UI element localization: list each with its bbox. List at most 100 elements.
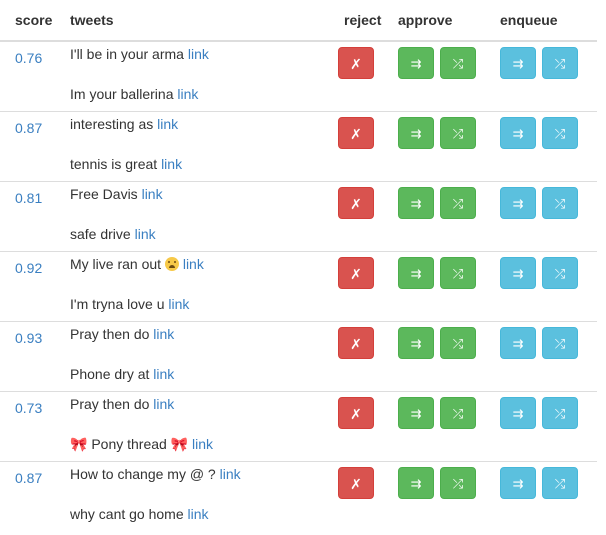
reject-cell: ✗ [335,320,386,391]
enqueue-cell: ⇉ ⤮ [488,180,597,251]
tweet-line-1: Pray then do link [70,395,335,413]
tweet-text: Pray then do [70,395,150,412]
tweet-link[interactable]: link [157,116,178,132]
approve-shuffle-button[interactable]: ⤮ [440,256,476,289]
tweet-link[interactable]: link [177,86,198,102]
table-row: 0.92 My live ran out link I'm tryna love… [0,250,597,321]
tweet-line-2: I'm tryna love u link [70,295,335,313]
approve-shuffle-button[interactable]: ⤮ [440,326,476,359]
enqueue-shuffle-button[interactable]: ⤮ [542,47,578,79]
reject-button[interactable]: ✗ [338,47,374,79]
tweet-cell: Pray then do link Phone dry at link [56,320,335,391]
header-reject: reject [335,0,386,42]
table-row: 0.87 interesting as link tennis is great… [0,110,597,181]
tweet-link[interactable]: link [183,256,204,272]
table-row: 0.73 Pray then do link 🎀 Pony thread 🎀 l… [0,390,597,461]
reject-button[interactable]: ✗ [338,116,374,149]
enqueue-cell: ⇉ ⤮ [488,250,597,321]
table-row: 0.93 Pray then do link Phone dry at link… [0,320,597,391]
approve-shuffle-button[interactable]: ⤮ [440,186,476,219]
tweet-link[interactable]: link [142,186,163,202]
reject-button[interactable]: ✗ [338,466,374,499]
approve-shuffle-button[interactable]: ⤮ [440,466,476,499]
approve-cell: ⇉ ⤮ [386,110,488,181]
tweet-cell: interesting as link tennis is great link [56,110,335,181]
enqueue-next-button[interactable]: ⇉ [500,326,536,359]
tweet-link[interactable]: link [188,46,209,62]
tweet-text: tennis is great [70,155,158,172]
header-enqueue: enqueue [488,0,597,42]
tweet-link[interactable]: link [192,436,213,452]
tweet-link[interactable]: link [168,296,189,312]
enqueue-next-button[interactable]: ⇉ [500,186,536,219]
approve-shuffle-button[interactable]: ⤮ [440,47,476,79]
tweet-text: Pony thread [91,435,167,452]
tweet-text: safe drive [70,225,131,242]
tweet-text: I'm tryna love u [70,295,165,312]
tweet-text: I'll be in your arma [70,46,184,62]
reject-cell: ✗ [335,41,386,111]
approve-next-button[interactable]: ⇉ [398,256,434,289]
tweet-text: How to change my @ ? [70,465,216,482]
approve-cell: ⇉ ⤮ [386,320,488,391]
approve-cell: ⇉ ⤮ [386,250,488,321]
approve-shuffle-button[interactable]: ⤮ [440,116,476,149]
tweet-cell: I'll be in your arma link Im your baller… [56,41,335,111]
enqueue-next-button[interactable]: ⇉ [500,466,536,499]
enqueue-next-button[interactable]: ⇉ [500,396,536,429]
reject-button[interactable]: ✗ [338,186,374,219]
score-value: 0.73 [0,390,56,461]
tweet-line-2: Phone dry at link [70,365,335,383]
tweet-link[interactable]: link [153,326,174,342]
tweet-line-2: tennis is great link [70,155,335,173]
reject-button[interactable]: ✗ [338,256,374,289]
enqueue-shuffle-button[interactable]: ⤮ [542,186,578,219]
approve-next-button[interactable]: ⇉ [398,186,434,219]
tweet-line-2: Im your ballerina link [70,85,335,103]
enqueue-shuffle-button[interactable]: ⤮ [542,256,578,289]
approve-shuffle-button[interactable]: ⤮ [440,396,476,429]
tweet-text: Free Davis [70,185,138,202]
enqueue-cell: ⇉ ⤮ [488,390,597,461]
enqueue-next-button[interactable]: ⇉ [500,256,536,289]
ribbon-emoji-icon: 🎀 [70,435,88,452]
approve-next-button[interactable]: ⇉ [398,466,434,499]
enqueue-shuffle-button[interactable]: ⤮ [542,466,578,499]
table-row: 0.87 How to change my @ ? link why cant … [0,460,597,531]
tweet-text: My live ran out [70,255,162,272]
table-header-row: score tweets reject approve enqueue [0,0,597,42]
approve-next-button[interactable]: ⇉ [398,47,434,79]
reject-cell: ✗ [335,390,386,461]
approve-cell: ⇉ ⤮ [386,390,488,461]
reject-button[interactable]: ✗ [338,326,374,359]
tweet-text: Pray then do [70,325,150,342]
tweet-line-2: safe drive link [70,225,335,243]
approve-next-button[interactable]: ⇉ [398,396,434,429]
tweet-link[interactable]: link [135,226,156,242]
reject-cell: ✗ [335,460,386,531]
tweet-line-1: interesting as link [70,115,335,133]
header-approve: approve [386,0,488,42]
approve-next-button[interactable]: ⇉ [398,116,434,149]
tweet-link[interactable]: link [188,506,209,522]
tweet-line-1: Pray then do link [70,325,335,343]
tweet-link[interactable]: link [153,366,174,382]
tweet-link[interactable]: link [220,466,241,482]
score-value: 0.87 [0,110,56,181]
tweet-link[interactable]: link [153,396,174,412]
enqueue-shuffle-button[interactable]: ⤮ [542,396,578,429]
header-score: score [0,0,56,42]
reject-button[interactable]: ✗ [338,396,374,429]
ribbon-emoji-icon: 🎀 [170,435,189,452]
tweet-cell: Pray then do link 🎀 Pony thread 🎀 link [56,390,335,461]
reject-cell: ✗ [335,110,386,181]
approve-next-button[interactable]: ⇉ [398,326,434,359]
tweet-text: interesting as [70,115,154,132]
enqueue-next-button[interactable]: ⇉ [500,116,536,149]
enqueue-shuffle-button[interactable]: ⤮ [542,326,578,359]
enqueue-next-button[interactable]: ⇉ [500,47,536,79]
tweet-line-1: My live ran out link [70,255,335,273]
tweet-text: Im your ballerina [70,86,174,102]
enqueue-shuffle-button[interactable]: ⤮ [542,116,578,149]
tweet-link[interactable]: link [161,156,182,172]
